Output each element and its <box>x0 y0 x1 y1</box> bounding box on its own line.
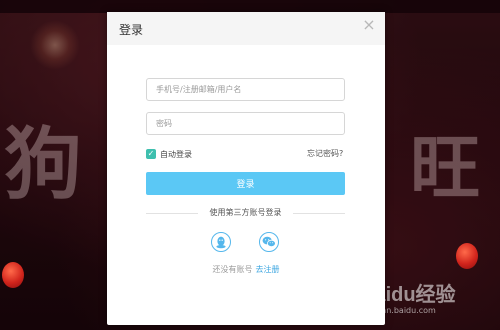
divider-line <box>293 213 345 214</box>
lantern-icon <box>456 243 478 269</box>
third-party-divider: 使用第三方账号登录 <box>146 207 345 219</box>
qq-login-button[interactable] <box>211 232 231 252</box>
register-row: 还没有账号 去注册 <box>107 264 385 275</box>
close-icon[interactable]: × <box>361 17 377 33</box>
checkmark-icon[interactable]: ✓ <box>146 149 156 159</box>
modal-title: 登录 <box>119 23 144 37</box>
firework-decoration <box>30 20 80 70</box>
wechat-icon <box>262 236 276 247</box>
username-input[interactable] <box>146 78 345 101</box>
password-input[interactable] <box>146 112 345 135</box>
auto-login-label: 自动登录 <box>160 149 192 159</box>
wechat-login-button[interactable] <box>259 232 279 252</box>
login-modal: 登录 × ✓ 自动登录 忘记密码? 登录 使用第三方账号登录 <box>107 12 385 325</box>
modal-header: 登录 × <box>107 12 385 45</box>
register-link[interactable]: 去注册 <box>256 265 280 274</box>
lantern-icon <box>2 262 24 288</box>
register-prompt: 还没有账号 <box>212 265 253 274</box>
qq-icon <box>216 236 226 249</box>
login-button[interactable]: 登录 <box>146 172 345 195</box>
background-calligraphy-left: 狗 <box>4 119 83 210</box>
forgot-password-link[interactable]: 忘记密码? <box>307 148 343 159</box>
auto-login-checkbox[interactable]: ✓ 自动登录 <box>146 148 192 160</box>
background-calligraphy-right: 旺 <box>410 126 480 209</box>
